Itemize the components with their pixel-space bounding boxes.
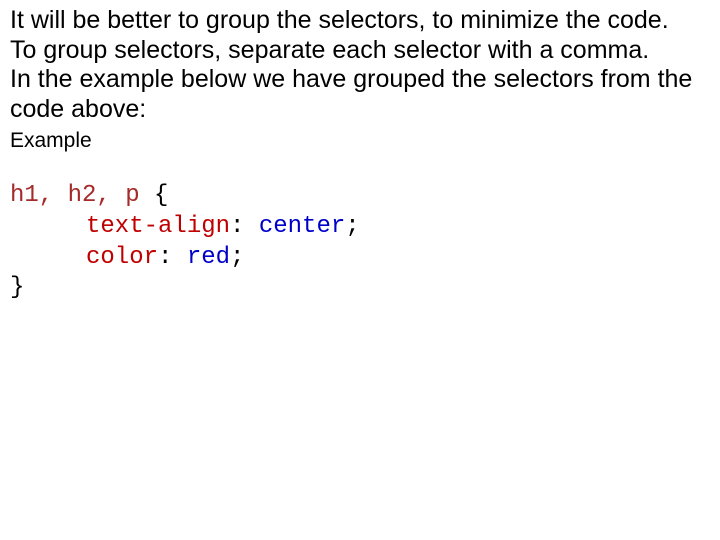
intro-line-2: To group selectors, separate each select… — [10, 36, 649, 64]
page: It will be better to group the selectors… — [0, 0, 720, 314]
intro-text: It will be better to group the selectors… — [10, 6, 710, 124]
code-colon-1: : — [230, 213, 259, 240]
code-semi-2: ; — [230, 244, 244, 271]
code-block: h1, h2, p { text-align: center; color: r… — [10, 181, 710, 304]
code-prop-2: color — [86, 244, 158, 271]
intro-line-1: It will be better to group the selectors… — [10, 6, 669, 34]
code-close-brace: } — [10, 274, 24, 301]
code-val-2: red — [187, 244, 230, 271]
example-label: Example — [10, 128, 710, 153]
code-open-brace: { — [140, 182, 169, 209]
code-val-1: center — [259, 213, 345, 240]
intro-line-3: In the example below we have grouped the… — [10, 65, 692, 123]
code-prop-1: text-align — [86, 213, 230, 240]
code-colon-2: : — [158, 244, 187, 271]
code-selectors: h1, h2, p — [10, 182, 140, 209]
code-semi-1: ; — [345, 213, 359, 240]
